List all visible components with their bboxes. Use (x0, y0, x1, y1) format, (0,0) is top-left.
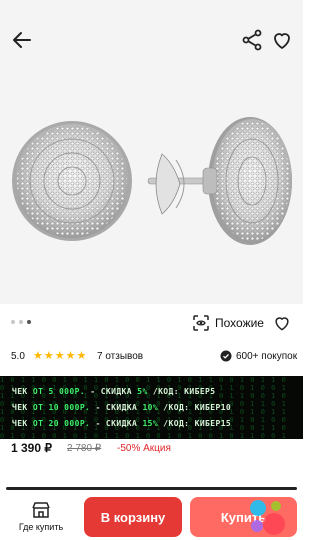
earrings-image (12, 117, 292, 245)
add-to-cart-label: В корзину (100, 509, 166, 525)
favorite-button[interactable] (270, 28, 294, 52)
rating-stars[interactable]: ★ ★ ★ ★ ★ (33, 350, 86, 362)
discount-badge: -50% Акция (117, 443, 171, 454)
checkmark-badge-icon (220, 350, 232, 362)
add-to-cart-button[interactable]: В корзину (84, 497, 182, 537)
buyers-label: 600+ покупок (236, 350, 298, 362)
reviews-link[interactable]: 7 отзывов (97, 351, 143, 362)
where-to-buy-label: Где купить (18, 522, 64, 532)
avito-logo-icon (250, 500, 285, 535)
where-to-buy-button[interactable]: Где купить (6, 492, 76, 540)
buyers-count: 600+ покупок (220, 350, 297, 362)
pagination-dot[interactable] (11, 320, 15, 324)
share-button[interactable] (240, 28, 264, 52)
promo-banner[interactable]: 1 0 1 1 0 0 1 0 1 1 0 1 0 0 1 1 0 1 0 1 … (0, 376, 303, 439)
pagination-dot[interactable] (19, 320, 23, 324)
rating-value: 5.0 (11, 351, 25, 362)
product-photo[interactable] (0, 76, 303, 304)
similar-label: Похожие (215, 316, 264, 330)
promo-line: ЧЕК ОТ 5 000Р. - СКИДКА 5% /КОД: КИБЕР5 (12, 387, 216, 396)
arrow-left-icon (13, 32, 31, 48)
promo-line: ЧЕК ОТ 20 000Р. - СКИДКА 15% /КОД: КИБЕР… (12, 419, 232, 428)
similar-button[interactable]: Похожие (192, 312, 264, 334)
back-button[interactable] (10, 28, 34, 52)
old-price: 2 780 ₽ (67, 443, 102, 454)
price-row: 1 390 ₽ 2 780 ₽ -50% Акция (0, 437, 303, 461)
share-icon (242, 29, 262, 51)
bottom-action-bar: Где купить В корзину Купить (0, 492, 303, 540)
store-icon (32, 502, 50, 518)
heart-icon (275, 317, 289, 331)
similar-icon (193, 315, 209, 331)
current-price: 1 390 ₽ (11, 441, 52, 455)
star-icon: ★ (54, 350, 65, 362)
star-icon: ★ (76, 350, 87, 362)
rating-row: 5.0 ★ ★ ★ ★ ★ 7 отзывов 600+ покупок (0, 346, 303, 370)
star-icon: ★ (43, 350, 54, 362)
favorite-small-button[interactable] (272, 313, 292, 333)
top-bar (0, 0, 303, 76)
star-icon: ★ (33, 350, 43, 362)
gallery-pagination (11, 320, 31, 324)
divider (6, 487, 297, 490)
heart-icon (274, 33, 290, 49)
pagination-dot-active[interactable] (27, 320, 31, 324)
promo-line: ЧЕК ОТ 10 000Р. - СКИДКА 10% /КОД: КИБЕР… (12, 403, 232, 412)
photo-controls: Похожие (0, 304, 303, 340)
star-icon: ★ (65, 350, 76, 362)
